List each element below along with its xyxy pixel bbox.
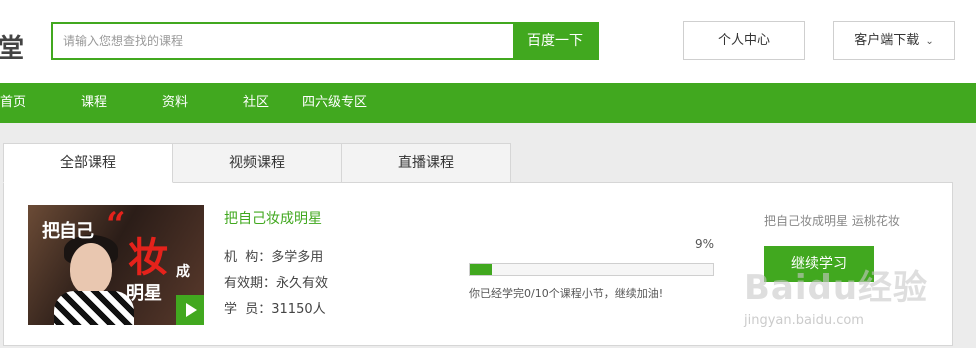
thumbnail-text-4: 明星 (126, 283, 162, 304)
nav-item-courses[interactable]: 课程 (81, 83, 107, 123)
course-subtitle: 把自己妆成明星 运桃花妆 (764, 214, 900, 228)
watermark: Baidu经验 jingyan.baidu.com (744, 260, 928, 328)
students-value: 31150人 (271, 302, 326, 317)
progress-percent: 9% (694, 237, 714, 251)
thumbnail-face (70, 243, 112, 295)
institution-label: 机 构： (224, 250, 272, 265)
chevron-down-icon: ⌄ (925, 36, 934, 47)
client-download-label: 客户端下载 (854, 33, 920, 48)
thumbnail-text-1: 把自己 (42, 221, 94, 242)
thumbnail-text-2: 妆 (128, 234, 168, 281)
course-validity: 有效期：永久有效 (224, 272, 328, 291)
nav-item-community[interactable]: 社区 (243, 83, 269, 123)
course-thumbnail[interactable]: 把自己 “ 妆 成 明星 (28, 205, 204, 325)
search-box: 百度一下 (51, 22, 599, 60)
validity-label: 有效期： (224, 276, 277, 291)
tab-all-courses[interactable]: 全部课程 (3, 143, 173, 183)
tab-live-courses[interactable]: 直播课程 (341, 143, 511, 183)
nav-item-cet[interactable]: 四六级专区 (302, 83, 367, 123)
tab-video-courses[interactable]: 视频课程 (172, 143, 342, 183)
personal-center-button[interactable]: 个人中心 (683, 21, 805, 60)
course-title[interactable]: 把自己妆成明星 (224, 208, 322, 228)
progress-note: 你已经学完0/10个课程小节，继续加油! (469, 287, 664, 300)
watermark-brand: Baidu经验 (744, 268, 929, 308)
course-students: 学 员：31150人 (224, 298, 326, 317)
main-nav: 首页 课程 资料 社区 四六级专区 (0, 83, 976, 123)
nav-item-materials[interactable]: 资料 (162, 83, 188, 123)
course-institution: 机 构：多学多用 (224, 246, 323, 265)
logo-fragment: 堂 (0, 34, 24, 64)
students-label: 学 员： (224, 302, 272, 317)
search-input[interactable] (53, 24, 515, 58)
progress-bar (469, 263, 714, 276)
thumbnail-shirt (54, 291, 134, 325)
watermark-url: jingyan.baidu.com (744, 313, 864, 328)
thumbnail-text-3: 成 (176, 264, 190, 280)
progress-fill (470, 264, 492, 275)
institution-value: 多学多用 (271, 250, 324, 265)
search-button[interactable]: 百度一下 (513, 24, 597, 58)
play-icon[interactable] (176, 295, 204, 325)
thumbnail-quote: “ (106, 205, 126, 245)
nav-item-home[interactable]: 首页 (0, 83, 26, 123)
client-download-button[interactable]: 客户端下载 ⌄ (833, 21, 955, 60)
validity-value: 永久有效 (276, 276, 329, 291)
